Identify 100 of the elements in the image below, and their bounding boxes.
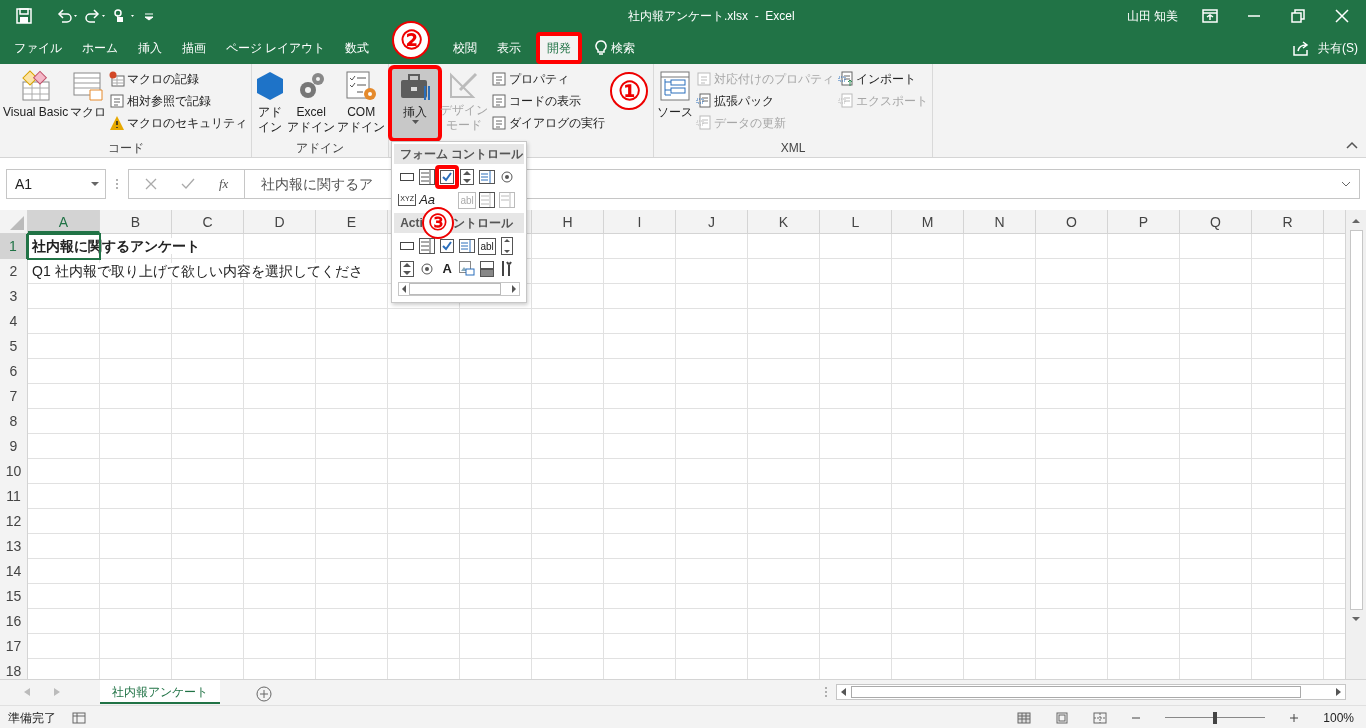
ribbon-button[interactable]: 拡張パック <box>694 90 837 112</box>
row-header[interactable]: 6 <box>0 359 28 384</box>
ribbon-tab[interactable]: ホーム <box>72 32 128 63</box>
combo-box-icon[interactable] <box>419 238 436 254</box>
column-header[interactable]: Q <box>1180 210 1252 233</box>
row-header[interactable]: 3 <box>0 284 28 309</box>
checklist-gear-icon[interactable] <box>345 70 378 102</box>
radio-button-icon[interactable] <box>421 263 434 275</box>
row-header[interactable]: 16 <box>0 609 28 634</box>
spin-button-icon[interactable] <box>400 261 415 277</box>
ribbon-tab[interactable]: 校閲 <box>443 32 488 63</box>
row-header[interactable]: 1 <box>0 234 28 259</box>
ribbon-button[interactable]: コードの表示 <box>489 90 608 112</box>
share-button[interactable]: 共有(S) <box>1318 38 1358 57</box>
row-header[interactable]: 5 <box>0 334 28 359</box>
zoom-slider[interactable] <box>1165 711 1266 724</box>
control-icon-label[interactable]: abl <box>478 237 496 255</box>
ribbon-tab[interactable]: ファイル <box>4 32 72 63</box>
ribbon-button[interactable]: 相対参照で記録 <box>107 90 250 112</box>
horizontal-scrollbar[interactable] <box>836 684 1346 700</box>
column-header[interactable]: N <box>964 210 1036 233</box>
column-header[interactable]: I <box>604 210 676 233</box>
row-header[interactable]: 4 <box>0 309 28 334</box>
restore-icon[interactable] <box>1290 8 1306 23</box>
column-header[interactable]: B <box>100 210 172 233</box>
column-header[interactable]: J <box>676 210 748 233</box>
ribbon-button[interactable]: マクロ <box>69 68 108 139</box>
zoom-slider-thumb[interactable] <box>1213 711 1218 724</box>
button-control-icon[interactable] <box>400 241 415 251</box>
row-header[interactable]: 2 <box>0 259 28 284</box>
ribbon-button[interactable]: マクロの記録 <box>107 68 250 90</box>
row-header[interactable]: 12 <box>0 509 28 534</box>
close-icon[interactable] <box>1334 8 1350 23</box>
toolbox-icon[interactable] <box>399 72 432 102</box>
column-header[interactable]: M <box>892 210 964 233</box>
column-header[interactable]: O <box>1036 210 1108 233</box>
expand-formula-icon[interactable] <box>1341 181 1351 187</box>
ribbon-button[interactable]: アド イン <box>254 68 287 139</box>
add-sheet-icon[interactable] <box>256 685 272 702</box>
row-header[interactable]: 10 <box>0 459 28 484</box>
normal-view-icon[interactable] <box>1017 711 1032 724</box>
spin-button-icon[interactable] <box>460 169 475 185</box>
combo-box-icon[interactable] <box>419 169 436 185</box>
row-header[interactable]: 15 <box>0 584 28 609</box>
column-header[interactable]: C <box>172 210 244 233</box>
vertical-scrollbar[interactable] <box>1345 210 1366 679</box>
ribbon-button[interactable]: Excel アドイン <box>286 68 337 139</box>
insert-function-button[interactable]: fx <box>219 174 229 194</box>
row-header[interactable]: 8 <box>0 409 28 434</box>
ribbon-button[interactable]: 挿入 <box>391 68 440 139</box>
page-layout-icon[interactable] <box>1055 711 1070 724</box>
sheet-tab[interactable]: 社内報アンケート <box>100 680 220 704</box>
row-header[interactable]: 18 <box>0 659 28 679</box>
menu-scrollbar[interactable] <box>398 282 520 296</box>
ribbon-tab[interactable]: 挿入 <box>128 32 172 63</box>
search-label[interactable]: 検索 <box>611 38 636 57</box>
ribbon-button[interactable]: マクロのセキュリティ <box>107 112 250 134</box>
collapse-ribbon-icon[interactable] <box>1346 141 1358 149</box>
undo-icon[interactable] <box>56 7 80 24</box>
list-box-icon[interactable] <box>459 239 476 253</box>
button-control-icon[interactable] <box>400 172 415 182</box>
name-box[interactable]: A1 <box>6 169 106 199</box>
ribbon-button[interactable]: Visual Basic <box>2 68 70 139</box>
column-header[interactable]: D <box>244 210 316 233</box>
toggle-button-icon[interactable] <box>480 261 495 277</box>
save-icon[interactable] <box>16 7 32 24</box>
control-icon-label[interactable]: A <box>442 259 452 279</box>
combo-box-icon[interactable] <box>479 192 496 208</box>
ribbon-display-icon[interactable] <box>1202 8 1218 23</box>
column-header[interactable]: H <box>532 210 604 233</box>
scroll-bar-icon[interactable] <box>501 237 514 255</box>
control-icon-label[interactable]: Aa <box>419 190 436 210</box>
column-header[interactable]: A <box>28 210 100 233</box>
row-header[interactable]: 17 <box>0 634 28 659</box>
ribbon-tab[interactable]: 表示 <box>487 32 532 63</box>
zoom-level[interactable]: 100% <box>1323 708 1354 727</box>
column-header[interactable]: K <box>748 210 820 233</box>
ribbon-button[interactable]: インポート <box>836 68 931 90</box>
column-header[interactable]: R <box>1252 210 1324 233</box>
ribbon-tab[interactable]: ページ レイアウト <box>216 32 336 63</box>
column-header[interactable]: P <box>1108 210 1180 233</box>
radio-button-icon[interactable] <box>501 171 514 183</box>
ribbon-button[interactable]: ソース <box>656 68 695 139</box>
formula-text[interactable]: 社内報に関するア <box>245 173 374 195</box>
page-break-icon[interactable] <box>1093 711 1108 724</box>
row-header[interactable]: 13 <box>0 534 28 559</box>
image-control-icon[interactable] <box>459 261 476 277</box>
xml-tree-icon[interactable] <box>659 70 692 102</box>
ribbon-tab[interactable]: 描画 <box>172 32 216 63</box>
row-header[interactable]: 14 <box>0 559 28 584</box>
column-header[interactable]: L <box>820 210 892 233</box>
ribbon-button[interactable]: ダイアログの実行 <box>489 112 608 134</box>
share-icon[interactable] <box>1292 39 1310 56</box>
ribbon-tab[interactable]: 数式 <box>335 32 380 63</box>
redo-icon[interactable] <box>84 7 108 24</box>
macro-record-icon[interactable] <box>72 711 86 724</box>
zoom-in-icon[interactable] <box>1289 712 1300 723</box>
row-header[interactable]: 7 <box>0 384 28 409</box>
checkbox-control-icon[interactable] <box>440 239 455 253</box>
row-header[interactable]: 9 <box>0 434 28 459</box>
